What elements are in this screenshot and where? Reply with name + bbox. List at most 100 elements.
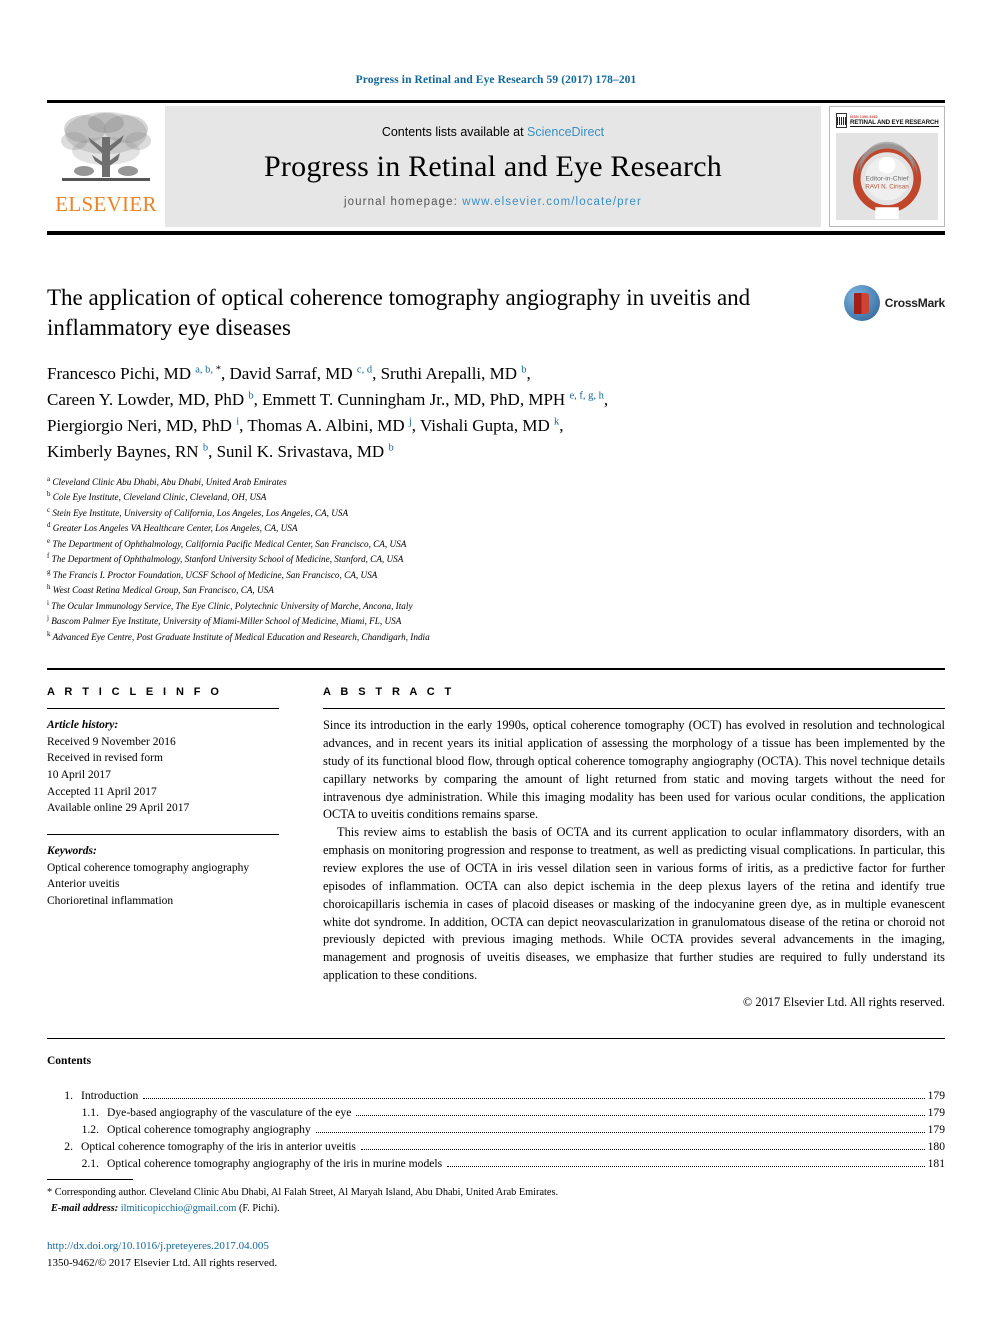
affiliation-mark: k — [47, 629, 51, 638]
abstract-copyright: © 2017 Elsevier Ltd. All rights reserved… — [742, 995, 945, 1009]
svg-text:RAVI N. Cirisan: RAVI N. Cirisan — [865, 183, 909, 190]
affiliation-item: a Cleveland Clinic Abu Dhabi, Abu Dhabi,… — [47, 474, 945, 489]
cover-eye-graphic-icon: Editor-in-Chief RAVI N. Cirisan — [852, 141, 922, 219]
sciencedirect-link[interactable]: ScienceDirect — [527, 125, 604, 139]
author-line: Piergiorgio Neri, MD, PhD i, Thomas A. A… — [47, 415, 564, 435]
article-info-column: A R T I C L E I N F O Article history: R… — [47, 686, 279, 1010]
email-note: E-mail address: ilmiticopicchio@gmail.co… — [47, 1201, 945, 1216]
affiliation-mark: g — [47, 567, 51, 576]
toc-title[interactable]: Optical coherence tomography angiography… — [107, 1157, 442, 1170]
keywords-label: Keywords: — [47, 845, 97, 858]
history-item: 10 April 2017 — [47, 769, 111, 782]
doi-link[interactable]: http://dx.doi.org/10.1016/j.preteyeres.2… — [47, 1240, 269, 1252]
affiliation-item: i The Ocular Immunology Service, The Eye… — [47, 598, 945, 613]
keyword-item: Optical coherence tomography angiography — [47, 861, 250, 874]
cover-artwork: Editor-in-Chief RAVI N. Cirisan — [836, 133, 938, 220]
contents-heading: Contents — [47, 1055, 92, 1067]
journal-band: Contents lists available at ScienceDirec… — [165, 106, 821, 227]
email-label: E-mail address: — [51, 1202, 119, 1214]
toc-number: 1.1. — [81, 1105, 99, 1119]
journal-title: Progress in Retinal and Eye Research — [264, 150, 722, 183]
toc-title[interactable]: Optical coherence tomography of the iris… — [81, 1140, 356, 1153]
toc-entry[interactable]: 1.1. Dye-based angiography of the vascul… — [47, 1104, 945, 1121]
divider — [47, 834, 279, 836]
corresponding-marker: * — [47, 1187, 53, 1199]
toc-title[interactable]: Dye-based angiography of the vasculature… — [107, 1106, 351, 1119]
affiliation-mark: e — [47, 536, 51, 545]
toc-title[interactable]: Optical coherence tomography angiography — [107, 1123, 311, 1136]
affiliation-item: d Greater Los Angeles VA Healthcare Cent… — [47, 520, 945, 535]
affiliation-text: The Ocular Immunology Service, The Eye C… — [51, 600, 413, 611]
journal-masthead: ELSEVIER Contents lists available at Sci… — [47, 100, 945, 235]
toc-page: 179 — [927, 1105, 945, 1119]
affiliation-text: Cole Eye Institute, Cleveland Clinic, Cl… — [52, 492, 267, 503]
author-line: Kimberly Baynes, RN b, Sunil K. Srivasta… — [47, 441, 394, 461]
toc-entry[interactable]: 2.1. Optical coherence tomography angiog… — [47, 1155, 945, 1172]
affiliation-item: f The Department of Ophthalmology, Stanf… — [47, 551, 945, 566]
running-head: Progress in Retinal and Eye Research 59 … — [355, 74, 637, 86]
crossmark-label: CrossMark — [884, 296, 945, 310]
article-history-label: Article history: — [47, 719, 119, 732]
toc-leader — [447, 1165, 925, 1167]
article-history: Article history: Received 9 November 201… — [47, 717, 279, 817]
affiliation-mark: i — [47, 598, 49, 607]
affiliation-text: Bascom Palmer Eye Institute, University … — [51, 616, 402, 627]
homepage-prefix: journal homepage: — [344, 196, 463, 208]
email-link[interactable]: ilmiticopicchio@gmail.com — [121, 1203, 237, 1214]
toc-page: 179 — [927, 1088, 945, 1102]
journal-homepage-link[interactable]: www.elsevier.com/locate/prer — [462, 196, 642, 208]
affiliation-text: West Coast Retina Medical Group, San Fra… — [52, 585, 274, 596]
affiliation-item: g The Francis I. Proctor Foundation, UCS… — [47, 567, 945, 582]
toc-number: 2. — [64, 1139, 73, 1153]
page-title: The application of optical coherence tom… — [47, 285, 751, 340]
toc-entry[interactable]: 1.2. Optical coherence tomography angiog… — [47, 1121, 945, 1138]
affiliation-mark: c — [47, 505, 51, 514]
article-first-page: Progress in Retinal and Eye Research 59 … — [0, 0, 992, 1323]
affiliation-mark: b — [47, 490, 51, 499]
divider — [47, 708, 279, 710]
table-of-contents: 1. Introduction 179 1.1. Dye-based angio… — [47, 1087, 945, 1172]
journal-homepage-line: journal homepage: www.elsevier.com/locat… — [344, 196, 642, 208]
keyword-item: Chorioretinal inflammation — [47, 895, 174, 908]
issn-copyright: 1350-9462/© 2017 Elsevier Ltd. All right… — [47, 1256, 278, 1269]
affiliation-mark: j — [47, 614, 49, 623]
affiliation-item: j Bascom Palmer Eye Institute, Universit… — [47, 613, 945, 628]
affiliation-mark: d — [47, 521, 51, 530]
elsevier-logo: ELSEVIER — [47, 103, 165, 231]
cover-title: RETINAL AND EYE RESEARCH — [850, 118, 939, 127]
abstract-paragraph: Since its introduction in the early 1990… — [323, 718, 945, 822]
affiliation-text: Advanced Eye Centre, Post Graduate Insti… — [52, 631, 430, 642]
toc-title[interactable]: Introduction — [81, 1089, 138, 1102]
toc-leader — [360, 1148, 925, 1150]
toc-entry[interactable]: 2. Optical coherence tomography of the i… — [47, 1138, 945, 1155]
abstract-column: A B S T R A C T Since its introduction i… — [323, 686, 945, 1010]
barcode-icon — [836, 113, 847, 128]
affiliation-text: The Department of Ophthalmology, Califor… — [52, 538, 407, 549]
cover-title-wrap: ISSN 1350-9462 RETINAL AND EYE RESEARCH — [850, 115, 939, 127]
toc-entry[interactable]: 1. Introduction 179 — [47, 1087, 945, 1104]
contents-available-line: Contents lists available at ScienceDirec… — [382, 125, 604, 139]
affiliation-text: Cleveland Clinic Abu Dhabi, Abu Dhabi, U… — [52, 476, 287, 487]
crossmark-badge[interactable]: CrossMark — [843, 285, 945, 321]
affiliation-mark: a — [47, 474, 51, 483]
history-item: Available online 29 April 2017 — [47, 802, 190, 815]
abstract-body: Since its introduction in the early 1990… — [323, 717, 945, 985]
history-item: Accepted 11 April 2017 — [47, 785, 157, 798]
page-footnote: * Corresponding author. Cleveland Clinic… — [47, 1179, 945, 1271]
toc-leader — [315, 1131, 925, 1133]
info-abstract-section: A R T I C L E I N F O Article history: R… — [47, 668, 945, 1010]
abstract-heading: A B S T R A C T — [323, 686, 455, 699]
affiliation-text: Greater Los Angeles VA Healthcare Center… — [52, 523, 298, 534]
elsevier-tree-icon — [61, 112, 151, 181]
elsevier-wordmark: ELSEVIER — [55, 192, 157, 216]
cover-header: ISSN 1350-9462 RETINAL AND EYE RESEARCH — [836, 113, 939, 128]
affiliation-text: Stein Eye Institute, University of Calif… — [52, 507, 349, 518]
doi-block: http://dx.doi.org/10.1016/j.preteyeres.2… — [47, 1238, 945, 1271]
journal-cover-thumbnail[interactable]: ISSN 1350-9462 RETINAL AND EYE RESEARCH … — [829, 106, 945, 227]
affiliation-text: The Department of Ophthalmology, Stanfor… — [51, 554, 404, 565]
toc-leader — [143, 1097, 925, 1099]
affiliation-item: h West Coast Retina Medical Group, San F… — [47, 582, 945, 597]
toc-page: 181 — [927, 1156, 945, 1170]
crossmark-icon — [843, 285, 880, 321]
corresponding-text: Corresponding author. Cleveland Clinic A… — [54, 1187, 559, 1199]
